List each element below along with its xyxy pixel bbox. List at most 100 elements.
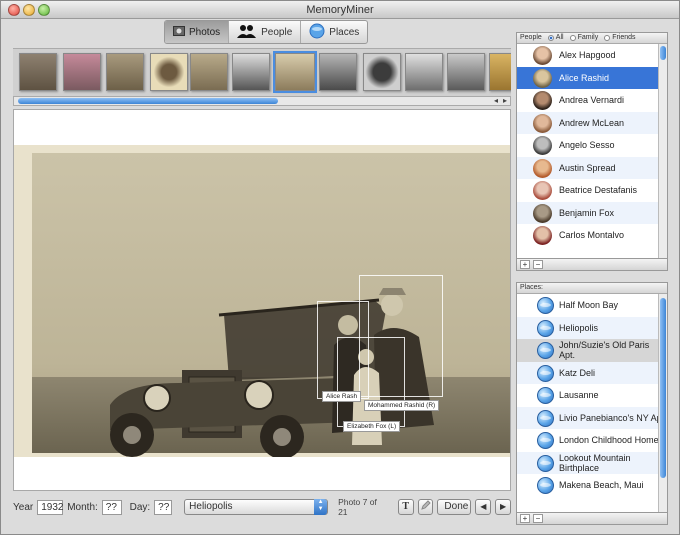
avatar bbox=[533, 46, 552, 65]
people-scroll-knob[interactable] bbox=[660, 46, 666, 60]
photo-filmstrip bbox=[13, 48, 511, 96]
remove-person-button[interactable]: − bbox=[533, 260, 543, 269]
person-row[interactable]: Benjamin Fox bbox=[517, 201, 667, 224]
avatar bbox=[533, 158, 552, 178]
place-row[interactable]: Makena Beach, Maui bbox=[517, 474, 667, 497]
places-list: Half Moon Bay Heliopolis John/Suzie's Ol… bbox=[517, 294, 667, 497]
filter-all-radio[interactable]: All bbox=[547, 33, 564, 43]
photo-thumbnail[interactable] bbox=[19, 53, 57, 91]
globe-icon bbox=[537, 454, 554, 472]
people-scrollbar[interactable] bbox=[658, 44, 667, 258]
photo-thumbnail[interactable] bbox=[232, 53, 270, 91]
face-tag-label[interactable]: Alice Rash bbox=[322, 391, 362, 402]
tab-photos[interactable]: Photos bbox=[165, 21, 230, 43]
people-panel: People All Family Friends Alex Hapgood A… bbox=[516, 32, 668, 259]
next-photo-button[interactable]: ▶ bbox=[495, 499, 511, 515]
people-panel-header: People All Family Friends bbox=[517, 33, 667, 44]
person-row[interactable]: Alex Hapgood bbox=[517, 44, 667, 67]
filter-family-radio[interactable]: Family bbox=[569, 33, 598, 43]
places-panel: Places: Half Moon Bay Heliopolis John/Su… bbox=[516, 282, 668, 513]
year-field[interactable]: 1932 bbox=[37, 499, 63, 515]
scroll-left-arrow-icon[interactable]: ◂ bbox=[494, 96, 498, 105]
filmstrip-scroll-knob[interactable] bbox=[18, 98, 278, 104]
filmstrip-scrollbar[interactable]: ◂ ▸ bbox=[13, 96, 511, 106]
photo-thumbnail[interactable] bbox=[319, 53, 357, 91]
day-label: Day: bbox=[129, 501, 151, 513]
photo-thumbnail[interactable] bbox=[363, 53, 401, 91]
photo-thumbnail[interactable] bbox=[106, 53, 144, 91]
place-row[interactable]: Heliopolis bbox=[517, 316, 667, 339]
person-row[interactable]: Austin Spread bbox=[517, 156, 667, 179]
photo-icon bbox=[173, 25, 185, 39]
place-row[interactable]: Lookout Mountain Birthplace bbox=[517, 451, 667, 474]
place-select-value: Heliopolis bbox=[189, 501, 233, 512]
face-tag-box[interactable] bbox=[337, 337, 405, 427]
photo-thumbnail[interactable] bbox=[63, 53, 101, 91]
globe-icon bbox=[537, 297, 554, 314]
app-window: MemoryMiner Photos People Places ◂ ▸ Ali… bbox=[0, 0, 680, 535]
person-row[interactable]: Angelo Sesso bbox=[517, 134, 667, 157]
globe-icon bbox=[309, 23, 325, 42]
add-person-button[interactable]: + bbox=[520, 260, 530, 269]
year-label: Year bbox=[13, 501, 34, 513]
places-header-label: Places: bbox=[520, 284, 543, 291]
photo-counter: Photo 7 of 21 bbox=[338, 497, 377, 517]
places-scrollbar[interactable] bbox=[658, 294, 667, 512]
person-row[interactable]: Andrew McLean bbox=[517, 111, 667, 134]
globe-icon bbox=[537, 477, 554, 494]
person-row[interactable]: Beatrice Destafanis bbox=[517, 179, 667, 202]
photo-thumbnail[interactable] bbox=[489, 53, 511, 91]
person-row[interactable]: Alice Rashid bbox=[517, 66, 667, 89]
face-tag-label[interactable]: Elizabeth Fox (L) bbox=[343, 421, 401, 432]
photo-info-bar: Year 1932 Month: ?? Day: ?? Heliopolis ▲… bbox=[13, 495, 511, 519]
tab-photos-label: Photos bbox=[189, 26, 221, 38]
tab-people-label: People bbox=[261, 26, 293, 38]
view-tabs: Photos People Places bbox=[164, 20, 369, 44]
tab-people[interactable]: People bbox=[229, 21, 302, 43]
photo-thumbnail[interactable] bbox=[150, 53, 188, 91]
places-scroll-knob[interactable] bbox=[660, 298, 666, 478]
month-field[interactable]: ?? bbox=[101, 499, 122, 515]
avatar bbox=[533, 91, 552, 110]
globe-icon bbox=[537, 432, 554, 449]
place-row[interactable]: London Childhood Home bbox=[517, 429, 667, 452]
remove-place-button[interactable]: − bbox=[533, 514, 543, 523]
photo-thumbnail-selected[interactable] bbox=[273, 51, 317, 93]
place-row[interactable]: Lausanne bbox=[517, 384, 667, 407]
avatar bbox=[533, 113, 552, 133]
photo-viewer: Alice Rash Mohammed Rashid (R) Elizabeth… bbox=[13, 109, 511, 491]
previous-photo-button[interactable]: ◀ bbox=[475, 499, 492, 515]
photo-thumbnail[interactable] bbox=[447, 53, 485, 91]
avatar bbox=[533, 136, 552, 155]
day-field[interactable]: ?? bbox=[154, 499, 173, 515]
tab-places[interactable]: Places bbox=[301, 21, 367, 43]
places-panel-header: Places: bbox=[517, 283, 667, 294]
text-annotation-button[interactable]: T bbox=[397, 499, 414, 515]
avatar bbox=[533, 181, 552, 200]
add-place-button[interactable]: + bbox=[520, 514, 530, 523]
globe-icon bbox=[537, 319, 554, 337]
place-row[interactable]: John/Suzie's Old Paris Apt. bbox=[517, 339, 667, 362]
photo-thumbnail[interactable] bbox=[190, 53, 228, 91]
photo-thumbnail[interactable] bbox=[405, 53, 443, 91]
pencil-icon bbox=[420, 500, 431, 513]
globe-icon bbox=[537, 364, 554, 382]
filter-friends-radio[interactable]: Friends bbox=[604, 33, 636, 43]
face-tag-label[interactable]: Mohammed Rashid (R) bbox=[364, 400, 440, 411]
tab-places-label: Places bbox=[329, 26, 360, 38]
place-row[interactable]: Katz Deli bbox=[517, 361, 667, 384]
scroll-right-arrow-icon[interactable]: ▸ bbox=[503, 96, 507, 105]
people-panel-footer: + − bbox=[516, 259, 668, 271]
place-row[interactable]: Livio Panebianco's NY Apt. bbox=[517, 406, 667, 429]
main-photo[interactable]: Alice Rash Mohammed Rashid (R) Elizabeth… bbox=[14, 145, 510, 459]
place-select[interactable]: Heliopolis ▲ ▼ bbox=[184, 499, 329, 515]
avatar bbox=[533, 226, 552, 245]
globe-icon bbox=[537, 409, 554, 427]
person-row[interactable]: Carlos Montalvo bbox=[517, 224, 667, 247]
title-bar[interactable]: MemoryMiner bbox=[1, 1, 679, 19]
place-row[interactable]: Half Moon Bay bbox=[517, 294, 667, 317]
edit-button[interactable] bbox=[417, 499, 434, 515]
month-label: Month: bbox=[67, 501, 98, 513]
done-button[interactable]: Done bbox=[437, 499, 472, 515]
person-row[interactable]: Andrea Vernardi bbox=[517, 89, 667, 112]
